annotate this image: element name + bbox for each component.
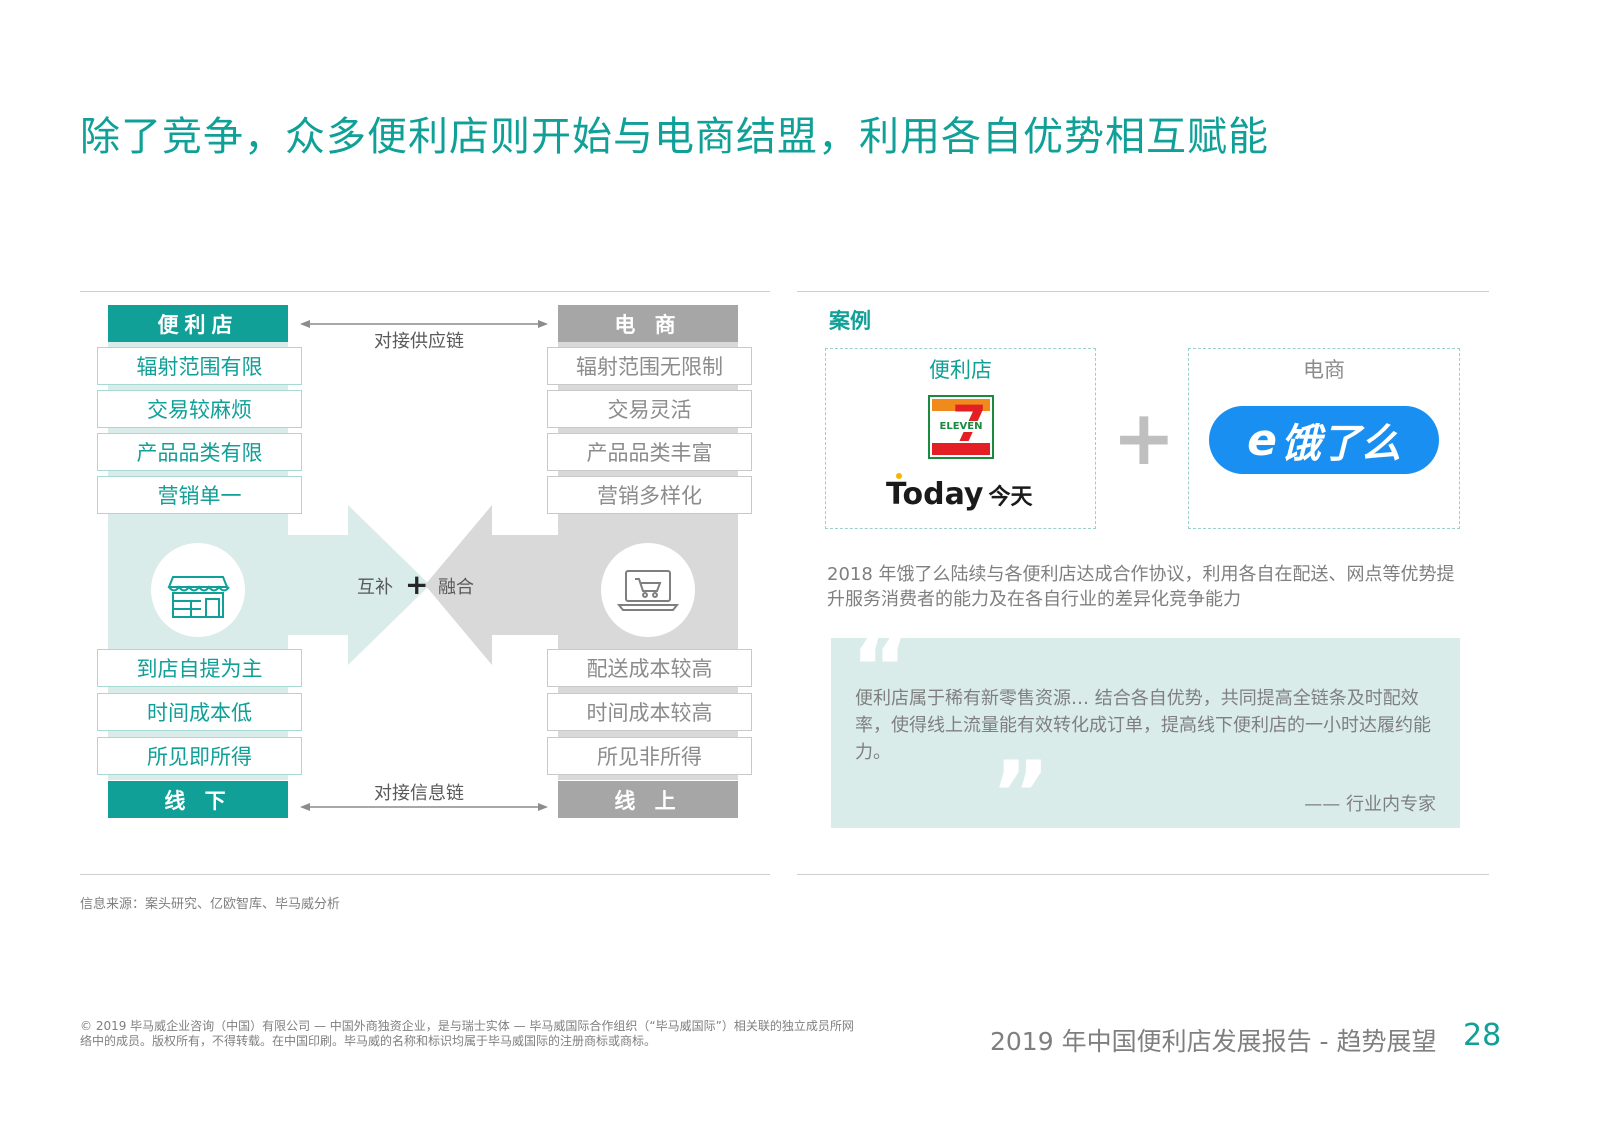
quote-attribution: —— 行业内专家 [1304,794,1436,815]
today-logo-dot [896,473,902,479]
storefront-icon [151,543,245,637]
case-description: 2018 年饿了么陆续与各便利店达成合作协议，利用各自在配送、网点等优势提升服务… [827,564,1455,610]
left-bottom-rule [80,874,770,875]
store-item: 所见即所得 [97,737,302,775]
close-quote-icon: ” [991,742,1051,847]
info-chain-label: 对接信息链 [374,783,464,804]
right-bottom-rule [797,874,1489,875]
store-item: 产品品类有限 [97,433,302,471]
ecom-item: 辐射范围无限制 [547,347,752,385]
right-top-rule [797,291,1489,292]
online-label: 线 上 [558,781,738,818]
store-item: 营销单一 [97,476,302,514]
ecom-item: 交易灵活 [547,390,752,428]
report-title: 2019 年中国便利店发展报告 - 趋势展望 [990,1027,1437,1056]
store-item: 到店自提为主 [97,649,302,687]
eleme-e-icon: e [1247,414,1277,466]
today-logo-text: Today [886,477,984,512]
copyright-notice: © 2019 毕马威企业咨询（中国）有限公司 — 中国外商独资企业，是与瑞士实体… [80,1019,854,1048]
ecom-item: 营销多样化 [547,476,752,514]
ecom-case-label: 电商 [1303,358,1345,382]
plus-icon: + [405,568,429,601]
ecom-item: 配送成本较高 [547,649,752,687]
store-case-label: 便利店 [929,358,992,382]
ecom-item: 所见非所得 [547,737,752,775]
ecom-item: 时间成本较高 [547,693,752,731]
expert-quote-card: “ 便利店属于稀有新零售资源… 结合各自优势，共同提高全链条及时配效率，使得线上… [831,624,1460,840]
store-header: 便利店 [108,305,288,342]
left-top-rule [80,291,770,292]
complement-label: 互补 [357,577,393,598]
offline-label: 线 下 [108,781,288,818]
seven-eleven-logo: 7 ELEVEN [928,395,994,459]
fusion-label: 融合 [438,577,474,598]
store-case-box: 便利店 7 ELEVEN Today 今天 [825,348,1096,529]
eleme-logo: e 饿了么 [1209,406,1439,474]
supply-chain-label: 对接供应链 [374,331,464,352]
source-note: 信息来源：案头研究、亿欧智库、毕马威分析 [80,897,341,912]
page-title: 除了竞争，众多便利店则开始与电商结盟，利用各自优势相互赋能 [80,114,1269,160]
case-heading: 案例 [829,309,871,333]
logo-eleven-text: ELEVEN [932,421,990,432]
ecom-header: 电 商 [558,305,738,342]
plus-icon: + [1112,393,1176,482]
today-logo-cn: 今天 [988,485,1033,510]
today-logo: Today 今天 [886,477,1033,512]
store-item: 辐射范围有限 [97,347,302,385]
ecom-item: 产品品类丰富 [547,433,752,471]
page-number: 28 [1463,1018,1502,1053]
comparison-diagram: 便利店 电 商 对接供应链 对接信息链 辐射范围有限 交易较麻烦 产品品类有限 … [80,300,770,830]
store-item: 时间成本低 [97,693,302,731]
expert-quote: 便利店属于稀有新零售资源… 结合各自优势，共同提高全链条及时配效率，使得线上流量… [855,688,1431,763]
laptop-cart-icon [601,543,695,637]
eleme-logo-text: 饿了么 [1280,421,1401,467]
store-item: 交易较麻烦 [97,390,302,428]
ecom-case-box: 电商 e 饿了么 [1188,348,1460,529]
